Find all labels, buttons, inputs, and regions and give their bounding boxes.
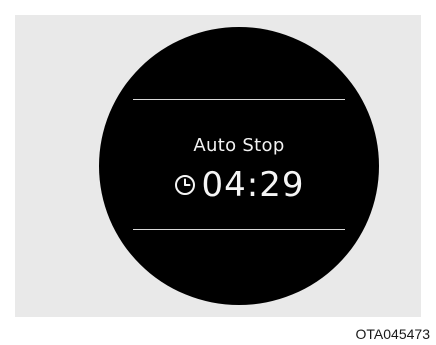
- illustration-panel: Auto Stop 04:29: [15, 15, 421, 317]
- figure-code: OTA045473: [355, 326, 430, 342]
- clock-icon: [174, 174, 196, 196]
- auto-stop-title: Auto Stop: [193, 135, 285, 156]
- cluster-display: Auto Stop 04:29: [99, 27, 379, 305]
- top-divider: [133, 99, 345, 100]
- auto-stop-timer: 04:29: [201, 165, 305, 205]
- timer-row: 04:29: [99, 165, 379, 205]
- bottom-divider: [133, 229, 345, 230]
